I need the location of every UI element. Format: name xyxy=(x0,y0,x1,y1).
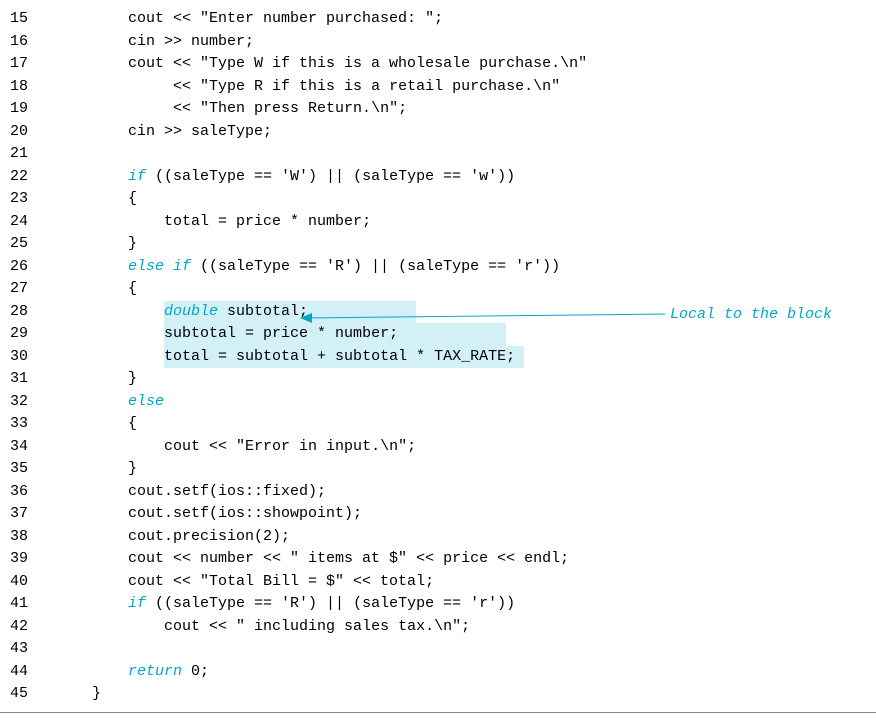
code-text: cout << "Enter number purchased: "; xyxy=(128,8,443,31)
keyword: if xyxy=(128,593,146,616)
code-line: 37 cout.setf(ios::showpoint); xyxy=(0,503,876,526)
code-text: cout.setf(ios::fixed); xyxy=(128,481,326,504)
code-line: 31 } xyxy=(0,368,876,391)
code-line: 19 << "Then press Return.\n"; xyxy=(0,98,876,121)
code-text: cout << number << " items at $" << price… xyxy=(128,548,569,571)
code-text: ((saleType == 'R') || (saleType == 'r')) xyxy=(146,593,515,616)
line-number: 45 xyxy=(0,683,56,706)
line-number: 39 xyxy=(0,548,56,571)
keyword: if xyxy=(128,166,146,189)
code-line: 20 cin >> saleType; xyxy=(0,121,876,144)
code-line: 15 cout << "Enter number purchased: "; xyxy=(0,8,876,31)
code-line: 24 total = price * number; xyxy=(0,211,876,234)
line-number: 37 xyxy=(0,503,56,526)
code-text: ((saleType == 'R') || (saleType == 'r')) xyxy=(191,256,560,279)
code-line: 23 { xyxy=(0,188,876,211)
line-number: 18 xyxy=(0,76,56,99)
code-line: 25 } xyxy=(0,233,876,256)
horizontal-rule xyxy=(0,712,876,713)
code-line: 34 cout << "Error in input.\n"; xyxy=(0,436,876,459)
code-text: } xyxy=(128,368,137,391)
line-number: 28 xyxy=(0,301,56,324)
line-number: 21 xyxy=(0,143,56,166)
code-text: subtotal = price * number; xyxy=(164,323,398,346)
line-number: 19 xyxy=(0,98,56,121)
line-number: 40 xyxy=(0,571,56,594)
line-number: 26 xyxy=(0,256,56,279)
code-line: 30 total = subtotal + subtotal * TAX_RAT… xyxy=(0,346,876,369)
code-line: 29 subtotal = price * number; xyxy=(0,323,876,346)
code-line: 28 double subtotal; xyxy=(0,301,876,324)
code-line: 33 { xyxy=(0,413,876,436)
keyword: return xyxy=(128,661,182,684)
code-line: 16 cin >> number; xyxy=(0,31,876,54)
code-line: 44 return 0; xyxy=(0,661,876,684)
code-line: 38 cout.precision(2); xyxy=(0,526,876,549)
line-number: 43 xyxy=(0,638,56,661)
line-number: 32 xyxy=(0,391,56,414)
line-number: 27 xyxy=(0,278,56,301)
line-number: 42 xyxy=(0,616,56,639)
code-text: total = subtotal + subtotal * TAX_RATE; xyxy=(164,346,515,369)
code-line: 41 if ((saleType == 'R') || (saleType ==… xyxy=(0,593,876,616)
code-text: } xyxy=(128,458,137,481)
code-line: 45 } xyxy=(0,683,876,706)
code-text: cin >> saleType; xyxy=(128,121,272,144)
code-text: 0; xyxy=(182,661,209,684)
line-number: 25 xyxy=(0,233,56,256)
code-line: 17 cout << "Type W if this is a wholesal… xyxy=(0,53,876,76)
code-line: 18 << "Type R if this is a retail purcha… xyxy=(0,76,876,99)
code-text: cout << "Type W if this is a wholesale p… xyxy=(128,53,587,76)
code-line: 43 xyxy=(0,638,876,661)
line-number: 30 xyxy=(0,346,56,369)
keyword: else if xyxy=(128,256,191,279)
line-number: 34 xyxy=(0,436,56,459)
line-number: 15 xyxy=(0,8,56,31)
line-number: 38 xyxy=(0,526,56,549)
code-text: cout << " including sales tax.\n"; xyxy=(164,616,470,639)
line-number: 29 xyxy=(0,323,56,346)
code-text: cout.setf(ios::showpoint); xyxy=(128,503,362,526)
code-line: 36 cout.setf(ios::fixed); xyxy=(0,481,876,504)
code-text: cout << "Error in input.\n"; xyxy=(164,436,416,459)
code-text: << "Type R if this is a retail purchase.… xyxy=(173,76,560,99)
line-number: 31 xyxy=(0,368,56,391)
code-text: cout.precision(2); xyxy=(128,526,290,549)
code-line: 26 else if ((saleType == 'R') || (saleTy… xyxy=(0,256,876,279)
code-text: ((saleType == 'W') || (saleType == 'w')) xyxy=(146,166,515,189)
code-text: << "Then press Return.\n"; xyxy=(173,98,407,121)
line-number: 17 xyxy=(0,53,56,76)
code-line: 42 cout << " including sales tax.\n"; xyxy=(0,616,876,639)
line-number: 16 xyxy=(0,31,56,54)
code-text: } xyxy=(128,233,137,256)
code-text: total = price * number; xyxy=(164,211,371,234)
code-line: 22 if ((saleType == 'W') || (saleType ==… xyxy=(0,166,876,189)
line-number: 33 xyxy=(0,413,56,436)
code-line: 32 else xyxy=(0,391,876,414)
line-number: 20 xyxy=(0,121,56,144)
code-text: subtotal; xyxy=(218,301,308,324)
code-listing: 15 cout << "Enter number purchased: "; 1… xyxy=(0,8,876,706)
line-number: 22 xyxy=(0,166,56,189)
code-text: { xyxy=(128,413,137,436)
code-text: cout << "Total Bill = $" << total; xyxy=(128,571,434,594)
code-line: 21 xyxy=(0,143,876,166)
code-line: 27 { xyxy=(0,278,876,301)
keyword: double xyxy=(164,301,218,324)
line-number: 44 xyxy=(0,661,56,684)
line-number: 24 xyxy=(0,211,56,234)
code-text: { xyxy=(128,278,137,301)
code-text: cin >> number; xyxy=(128,31,254,54)
code-line: 35 } xyxy=(0,458,876,481)
code-text: { xyxy=(128,188,137,211)
line-number: 41 xyxy=(0,593,56,616)
code-line: 39 cout << number << " items at $" << pr… xyxy=(0,548,876,571)
line-number: 35 xyxy=(0,458,56,481)
code-line: 40 cout << "Total Bill = $" << total; xyxy=(0,571,876,594)
keyword: else xyxy=(128,391,164,414)
code-text: } xyxy=(92,683,101,706)
line-number: 36 xyxy=(0,481,56,504)
line-number: 23 xyxy=(0,188,56,211)
